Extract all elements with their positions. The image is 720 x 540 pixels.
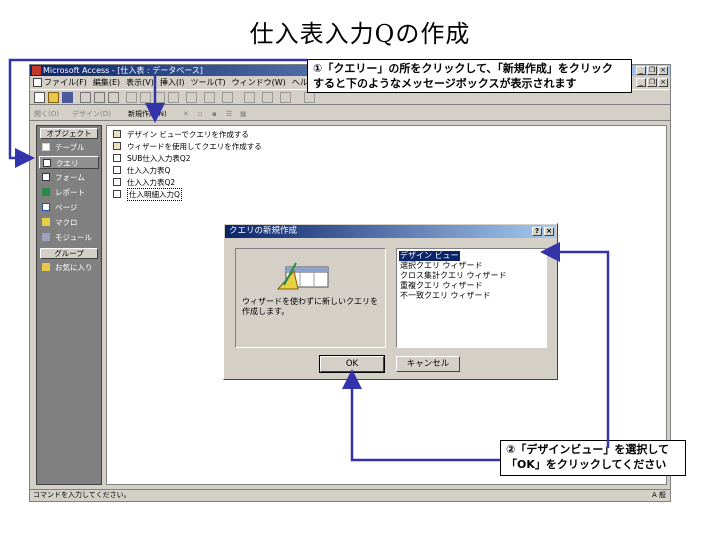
- arrow-to-ok-button: [342, 369, 500, 462]
- arrow-to-queries: [8, 58, 307, 168]
- arrow-to-design-view: [540, 242, 610, 448]
- annotation-arrows: [8, 58, 610, 462]
